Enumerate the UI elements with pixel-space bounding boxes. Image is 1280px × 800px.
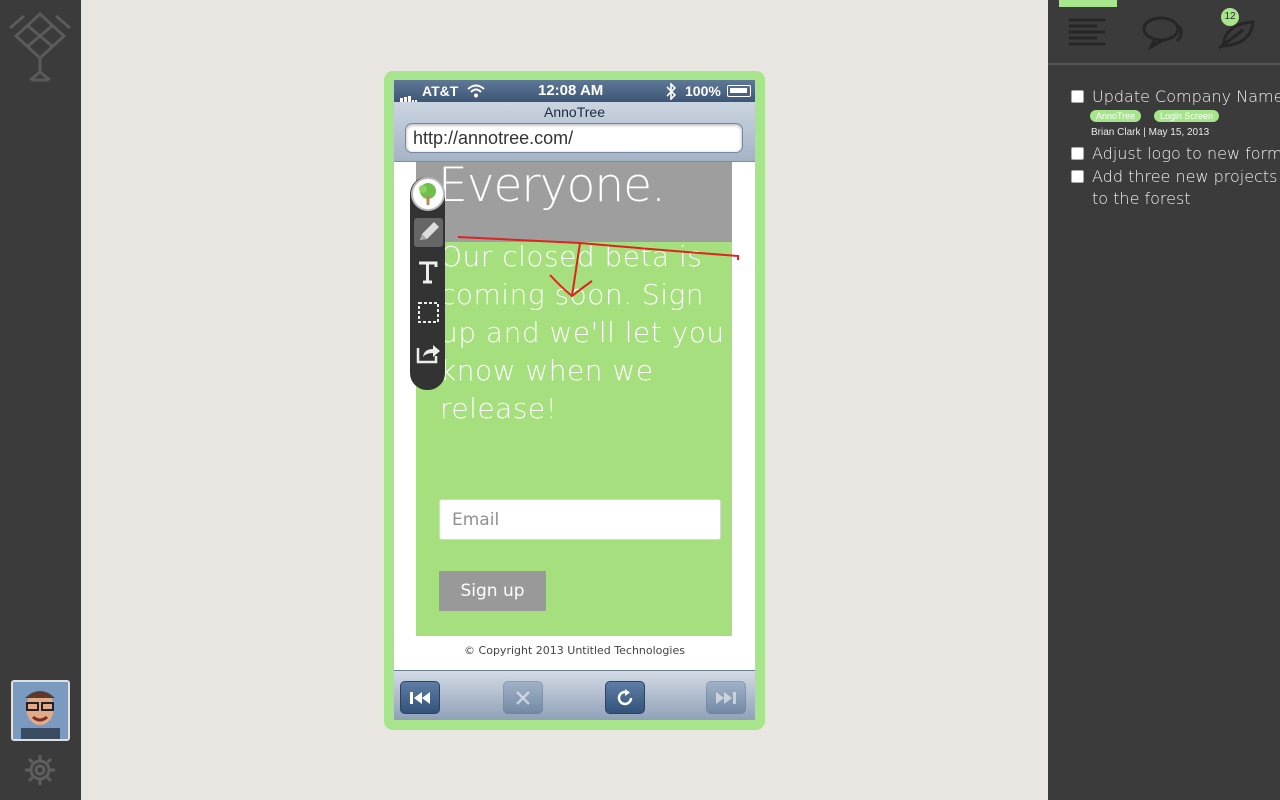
user-avatar[interactable] <box>11 680 70 741</box>
gear-icon[interactable] <box>22 752 58 788</box>
active-tab-indicator <box>1059 0 1117 7</box>
browser-page-title: AnnoTree <box>544 104 605 120</box>
task-checkbox[interactable] <box>1071 170 1084 183</box>
battery-percent: 100% <box>685 83 721 99</box>
tag-login-screen[interactable]: Login Screen <box>1154 110 1220 122</box>
copyright-text: © Copyright 2013 Untitled Technologies <box>464 644 685 657</box>
notification-badge: 12 <box>1221 8 1239 26</box>
task-label-line: Add three new projects <box>1092 167 1278 186</box>
task-meta: Brian Clark | May 15, 2013 <box>1091 127 1210 138</box>
hero-text: Everyone. <box>438 158 666 213</box>
task-label-line: to the forest <box>1092 189 1191 208</box>
task-label[interactable]: Add three new projects to the forest <box>1092 166 1278 210</box>
pencil-icon[interactable] <box>414 218 443 247</box>
left-rail <box>0 0 81 800</box>
list-icon[interactable] <box>1065 14 1109 50</box>
tree-icon[interactable] <box>411 177 445 211</box>
comments-icon[interactable] <box>1141 14 1185 50</box>
tag-annotree[interactable]: AnnoTree <box>1090 110 1142 122</box>
tree-logo-icon[interactable] <box>6 6 74 82</box>
device-screen: AT&T 12:08 AM 100% AnnoTree http://annot… <box>394 80 755 720</box>
fast-forward-icon[interactable] <box>706 681 746 714</box>
url-field[interactable]: http://annotree.com/ <box>405 123 743 153</box>
reload-icon[interactable] <box>605 681 645 714</box>
share-icon[interactable] <box>414 338 443 367</box>
signup-button[interactable]: Sign up <box>439 571 546 611</box>
panel-tabs: 12 <box>1048 0 1280 65</box>
selection-icon[interactable] <box>414 298 443 327</box>
task-label[interactable]: Update Company Name <box>1092 86 1280 108</box>
status-time: 12:08 AM <box>538 82 604 99</box>
text-icon[interactable] <box>414 258 443 287</box>
task-label[interactable]: Adjust logo to new format <box>1092 143 1280 165</box>
browser-toolbar <box>394 670 755 720</box>
email-field[interactable]: Email <box>439 499 721 540</box>
task-checkbox[interactable] <box>1071 147 1084 160</box>
wifi-icon <box>467 84 485 98</box>
beta-message: Our closed beta is coming soon. Sign up … <box>440 240 725 425</box>
bluetooth-icon <box>666 83 677 100</box>
task-checkbox[interactable] <box>1071 90 1084 103</box>
carrier-label: AT&T <box>422 83 459 99</box>
browser-address-bar: AnnoTree http://annotree.com/ <box>394 102 755 162</box>
rewind-icon[interactable] <box>400 681 440 714</box>
ios-status-bar: AT&T 12:08 AM 100% <box>394 80 755 102</box>
close-icon[interactable] <box>503 681 543 714</box>
battery-icon <box>727 85 751 97</box>
